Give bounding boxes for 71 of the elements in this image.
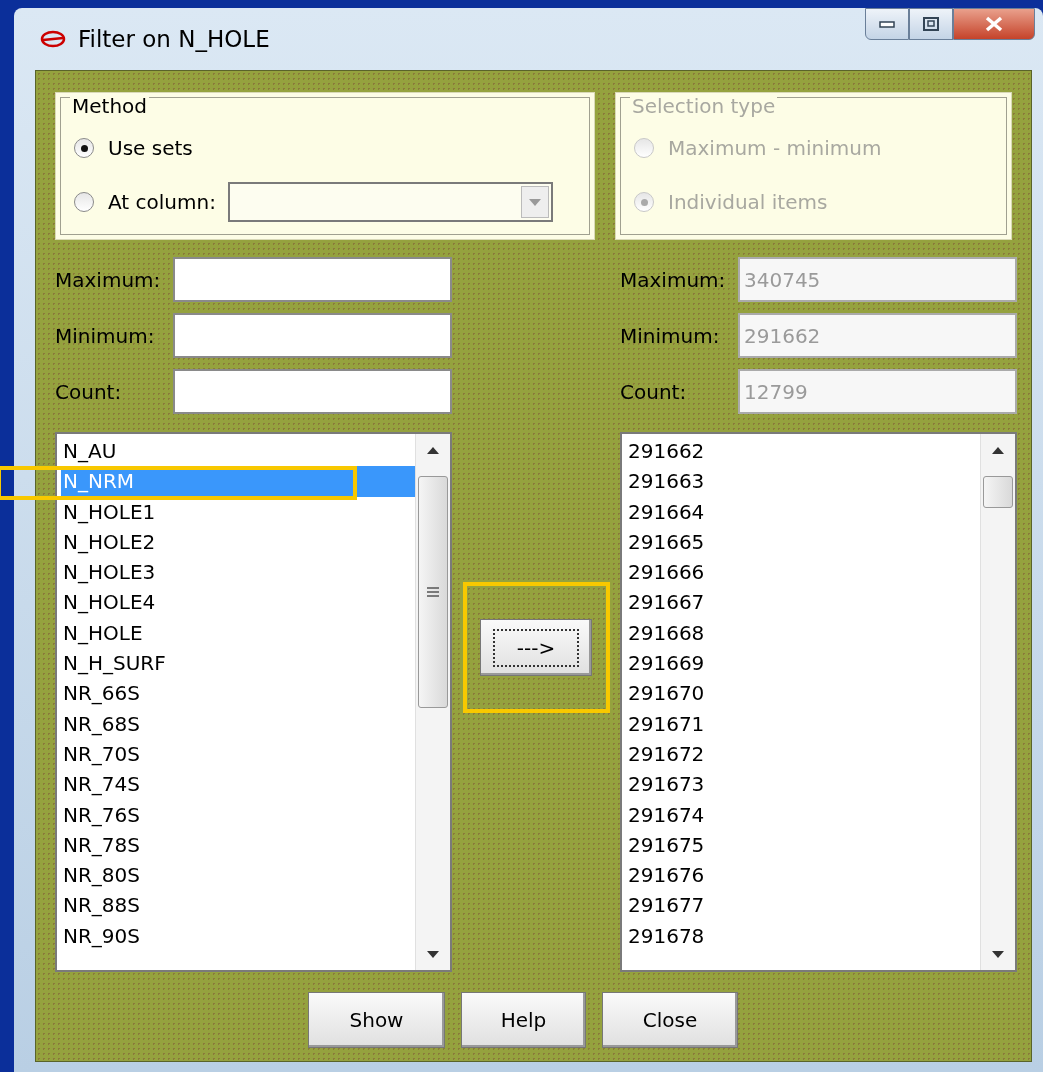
list-item[interactable]: 291674: [626, 799, 980, 830]
radio-button[interactable]: [74, 138, 94, 158]
scrollbar[interactable]: [415, 434, 450, 970]
scroll-down-icon: [427, 950, 439, 958]
list-item[interactable]: NR_88S: [61, 890, 415, 921]
scroll-thumb[interactable]: [418, 476, 448, 708]
list-item[interactable]: 291666: [626, 557, 980, 588]
list-item[interactable]: N_HOLE2: [61, 526, 415, 558]
field-label: Maximum:: [55, 267, 162, 292]
list-item[interactable]: 291676: [626, 860, 980, 891]
list-item[interactable]: 291675: [626, 829, 980, 861]
close-button[interactable]: [953, 8, 1035, 40]
input-field[interactable]: [173, 313, 452, 358]
list-item[interactable]: 291667: [626, 587, 980, 618]
list-item[interactable]: 291678: [626, 920, 980, 952]
list-item[interactable]: 291671: [626, 708, 980, 739]
list-item[interactable]: 291664: [626, 496, 980, 527]
list-item[interactable]: 291668: [626, 617, 980, 649]
scroll-thumb[interactable]: [983, 476, 1013, 508]
list-item[interactable]: 291669: [626, 648, 980, 679]
list-item[interactable]: NR_78S: [61, 829, 415, 861]
list-item[interactable]: NR_76S: [61, 799, 415, 830]
list-item[interactable]: N_AU: [61, 436, 415, 467]
radio-label[interactable]: At column:: [108, 190, 216, 214]
window-title: Filter on N_HOLE: [78, 26, 270, 52]
maximize-button[interactable]: [909, 8, 953, 40]
minimize-button[interactable]: [865, 8, 909, 40]
list-item[interactable]: 291673: [626, 769, 980, 800]
help-button[interactable]: Help: [461, 992, 586, 1048]
minimize-icon: [879, 20, 895, 28]
radio-label[interactable]: Use sets: [108, 136, 193, 160]
maximize-icon: [923, 17, 939, 31]
transfer-button[interactable]: --->: [480, 619, 592, 676]
list-item[interactable]: 291670: [626, 678, 980, 709]
scroll-up-icon: [992, 446, 1004, 454]
list-item[interactable]: NR_70S: [61, 738, 415, 770]
list-item[interactable]: N_H_SURF: [61, 648, 415, 679]
dropdown-arrow-icon: [528, 198, 541, 206]
field-label: Count:: [55, 379, 123, 404]
field-label: Minimum:: [55, 323, 156, 348]
scrollbar[interactable]: [980, 434, 1015, 970]
grip-icon: [427, 587, 439, 597]
list-item[interactable]: 291665: [626, 526, 980, 558]
list-item[interactable]: NR_90S: [61, 920, 415, 952]
list-item[interactable]: NR_66S: [61, 678, 415, 709]
radio-button[interactable]: [74, 192, 94, 212]
list-item[interactable]: NR_74S: [61, 769, 415, 800]
column-dropdown[interactable]: [227, 182, 553, 222]
scroll-down-icon: [992, 950, 1004, 958]
list-item[interactable]: N_HOLE4: [61, 587, 415, 618]
field-label: Count:: [620, 379, 688, 404]
list-item[interactable]: N_HOLE: [61, 617, 415, 649]
radio-label: Individual items: [668, 190, 828, 214]
list-item[interactable]: NR_80S: [61, 860, 415, 891]
field-label: Maximum:: [620, 267, 727, 292]
scroll-up-icon: [427, 446, 439, 454]
list-item[interactable]: N_HOLE1: [61, 496, 415, 527]
list-item[interactable]: NR_68S: [61, 708, 415, 739]
list-item[interactable]: 291672: [626, 738, 980, 770]
close-icon: [985, 16, 1003, 32]
field-label: Minimum:: [620, 323, 721, 348]
close-button[interactable]: Close: [602, 992, 738, 1048]
list-item[interactable]: 291677: [626, 890, 980, 921]
list-item[interactable]: N_HOLE3: [61, 557, 415, 588]
list-item[interactable]: 291663: [626, 466, 980, 497]
input-field[interactable]: [173, 257, 452, 302]
list-item[interactable]: 291662: [626, 436, 980, 467]
app-icon: [40, 30, 66, 48]
show-button[interactable]: Show: [308, 992, 445, 1048]
radio-label: Maximum - minimum: [668, 136, 882, 160]
input-field[interactable]: [173, 369, 452, 414]
